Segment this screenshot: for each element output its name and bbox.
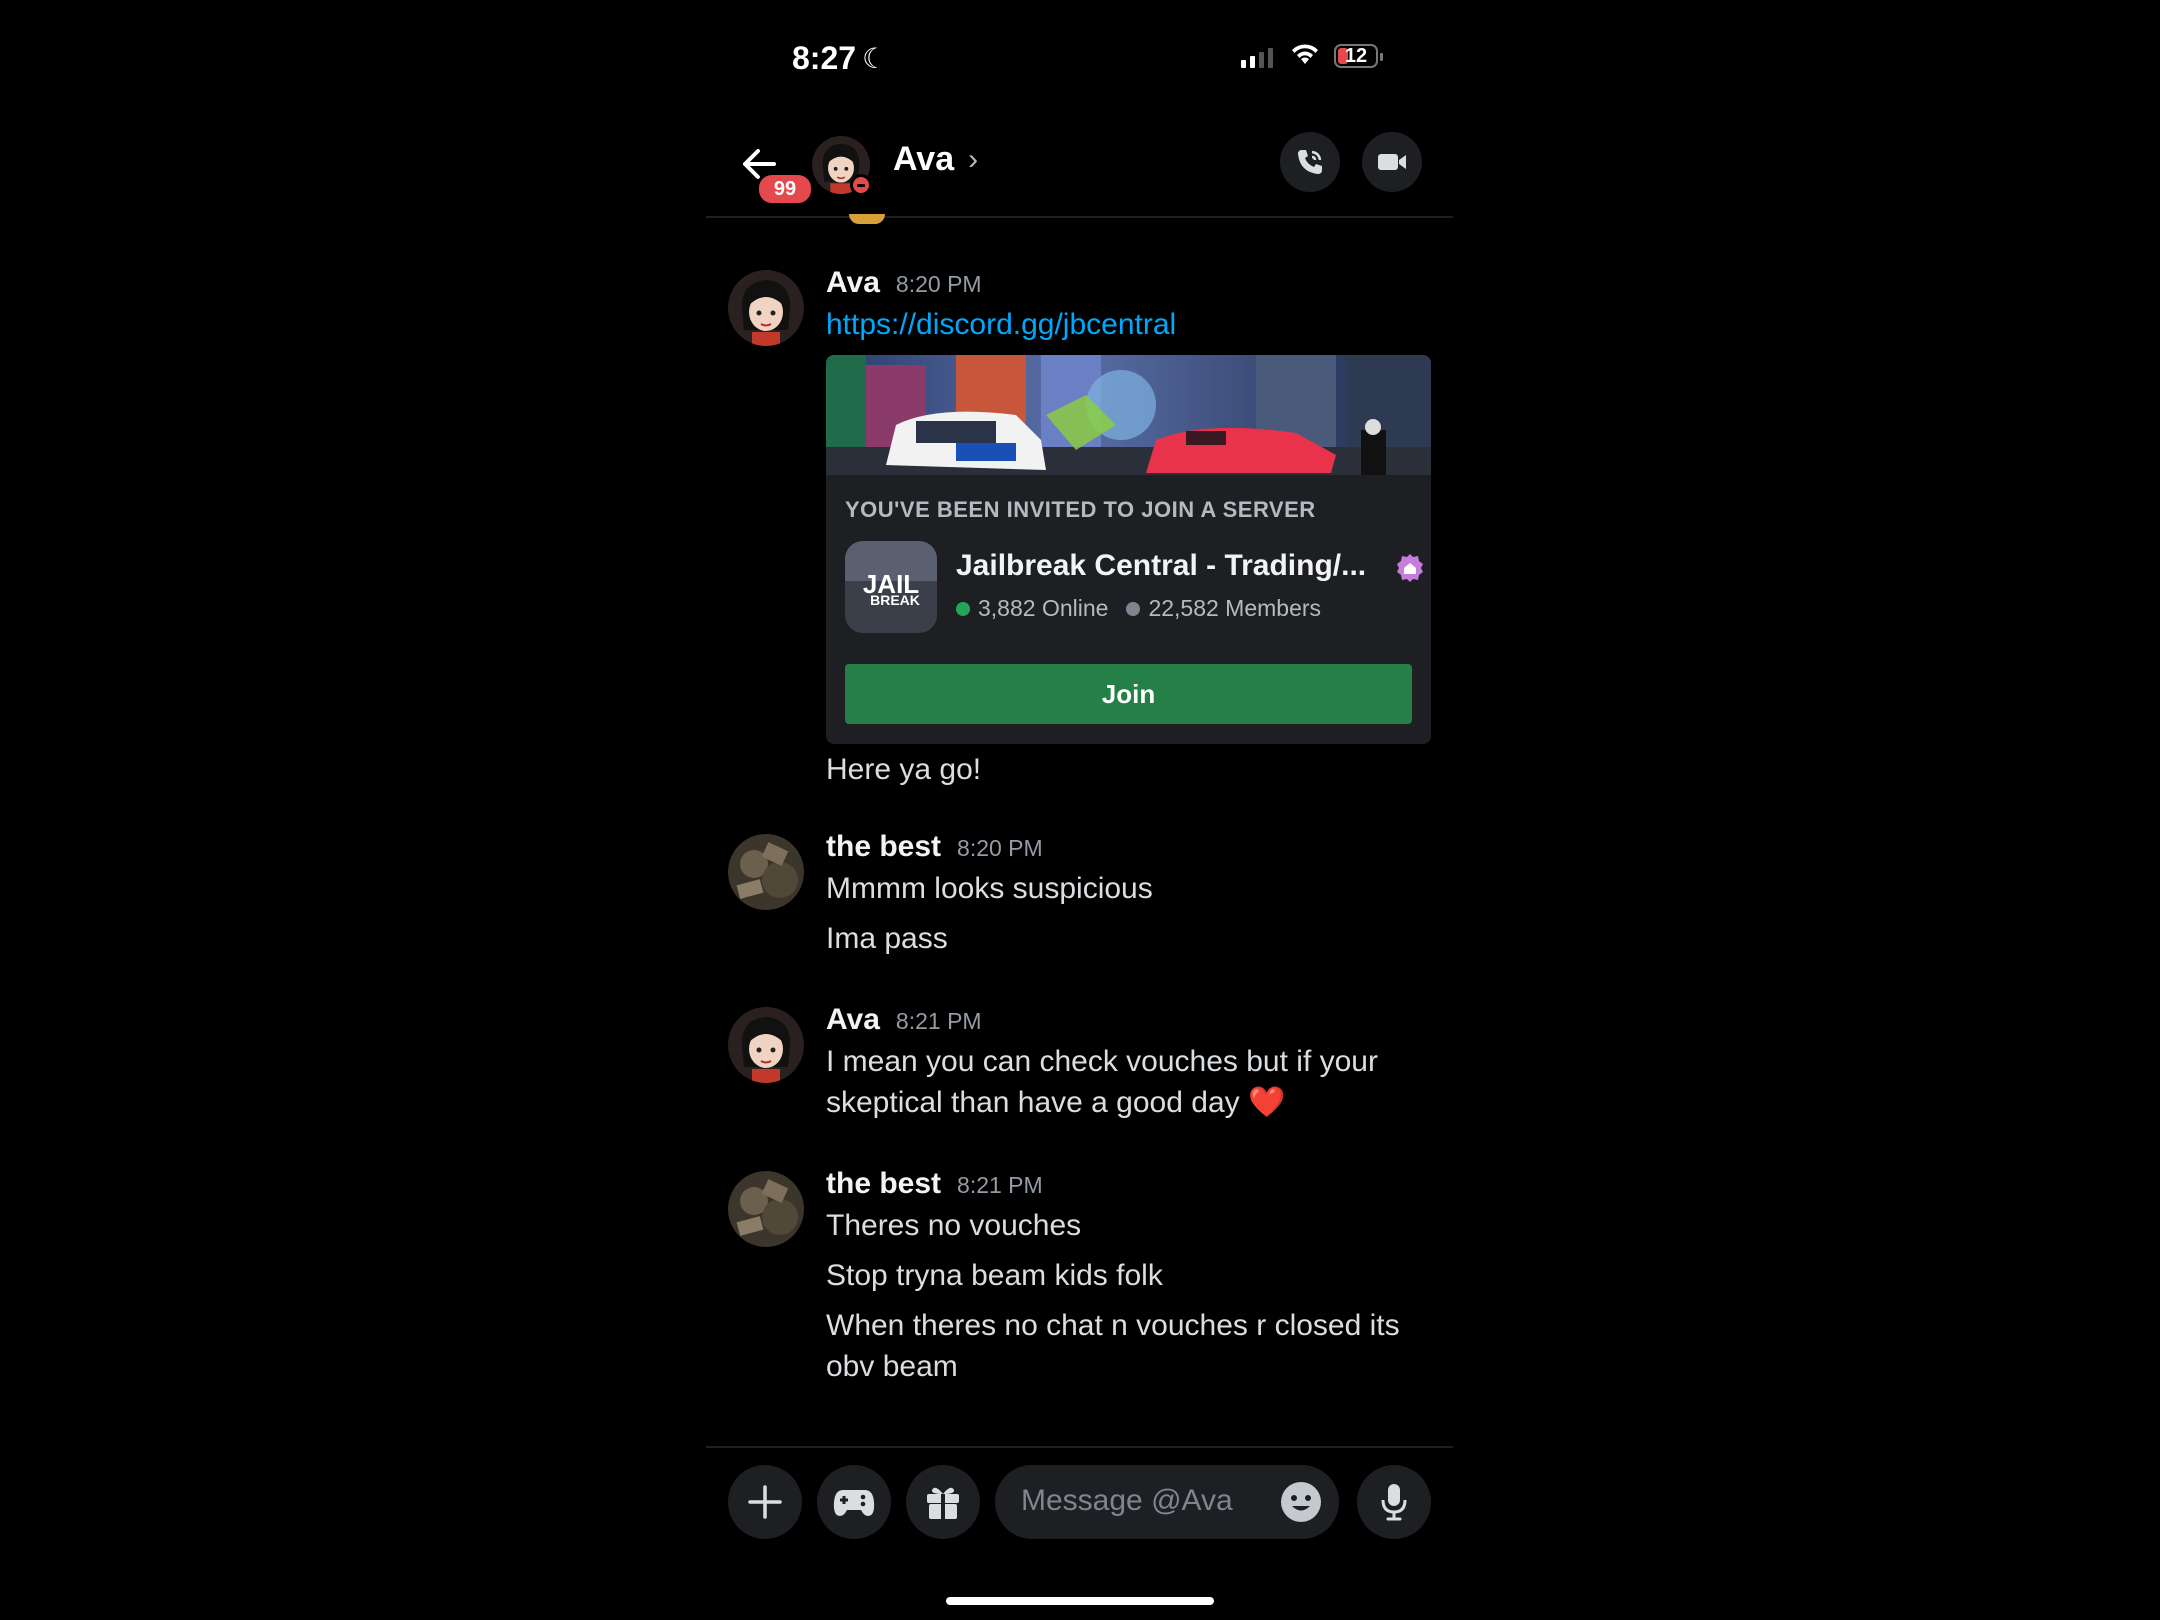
battery-level: 12 [1344, 45, 1368, 67]
gamepad-icon[interactable] [817, 1465, 891, 1539]
join-button[interactable]: Join [845, 664, 1412, 724]
username[interactable]: the best [826, 1167, 941, 1201]
timestamp: 8:20 PM [957, 835, 1043, 861]
emoji-icon[interactable] [1281, 1482, 1321, 1522]
server-icon-text-bottom: BREAK [870, 592, 920, 608]
message-text: Mmmm looks suspicious [826, 872, 1153, 905]
timestamp: 8:20 PM [895, 271, 982, 297]
video-camera-icon[interactable] [1362, 132, 1422, 192]
channel-title[interactable]: Ava › [893, 140, 978, 179]
online-count: 3,882 Online [978, 595, 1109, 621]
cellular-signal-icon [1241, 48, 1273, 68]
avatar[interactable] [728, 270, 804, 346]
battery-icon: 12 [1334, 44, 1383, 68]
server-icon[interactable]: JAIL BREAK [845, 541, 937, 633]
dnd-status-icon [850, 174, 872, 196]
member-count: 22,582 Members [1148, 595, 1322, 621]
status-bar: 8:27 ☾ 12 [706, 36, 1453, 80]
online-dot-icon [956, 601, 970, 616]
discord-dm-screen: 8:27 ☾ 12 99 Ava › Ava 8:20 PM https://d… [706, 0, 1453, 1620]
invite-heading: YOU'VE BEEN INVITED TO JOIN A SERVER [845, 497, 1316, 522]
microphone-icon[interactable] [1357, 1465, 1431, 1539]
message-header: Ava 8:20 PM [826, 266, 982, 300]
message-text: Stop tryna beam kids folk [826, 1259, 1163, 1292]
timestamp: 8:21 PM [957, 1172, 1043, 1198]
wifi-icon [1292, 44, 1318, 64]
home-indicator[interactable] [946, 1597, 1214, 1605]
previous-avatar-edge [849, 214, 885, 224]
members-dot-icon [1126, 601, 1141, 616]
chat-header: 99 Ava › [706, 130, 1453, 218]
message-text: Theres no vouches [826, 1209, 1082, 1242]
status-clock: 8:27 ☾ [792, 40, 887, 77]
server-invite-embed: YOU'VE BEEN INVITED TO JOIN A SERVER JAI… [826, 355, 1431, 744]
unread-badge: 99 [756, 172, 814, 206]
timestamp: 8:21 PM [895, 1008, 982, 1034]
message-text: Here ya go! [826, 753, 982, 786]
avatar[interactable] [728, 1007, 804, 1083]
server-boost-icon [1395, 553, 1425, 583]
chevron-right-icon: › [968, 142, 979, 176]
message-text: I mean you can check vouches but if your… [826, 1045, 1378, 1119]
username[interactable]: the best [826, 830, 941, 864]
server-name: Jailbreak Central - Trading/... [956, 549, 1367, 582]
status-time: 8:27 [792, 40, 857, 76]
message-input[interactable]: Message @Ava [995, 1465, 1339, 1539]
message-input-placeholder: Message @Ava [1021, 1484, 1233, 1517]
invite-link[interactable]: https://discord.gg/jbcentral [826, 304, 1426, 345]
gift-icon[interactable] [906, 1465, 980, 1539]
composer-divider [706, 1446, 1453, 1448]
channel-name: Ava [893, 140, 955, 178]
message-header: the best 8:21 PM [826, 1167, 1043, 1201]
message-header: the best 8:20 PM [826, 830, 1043, 864]
message-text: Ima pass [826, 922, 948, 955]
message-header: Ava 8:21 PM [826, 1003, 982, 1037]
avatar[interactable] [728, 834, 804, 910]
phone-call-icon[interactable] [1280, 132, 1340, 192]
moon-icon: ☾ [862, 43, 888, 74]
avatar[interactable] [728, 1171, 804, 1247]
username[interactable]: Ava [826, 1003, 880, 1037]
username[interactable]: Ava [826, 266, 880, 300]
message-text: When theres no chat n vouches r closed i… [826, 1309, 1400, 1383]
server-banner-image [826, 355, 1431, 475]
plus-icon[interactable] [728, 1465, 802, 1539]
server-stats: 3,882 Online 22,582 Members [956, 595, 1321, 622]
